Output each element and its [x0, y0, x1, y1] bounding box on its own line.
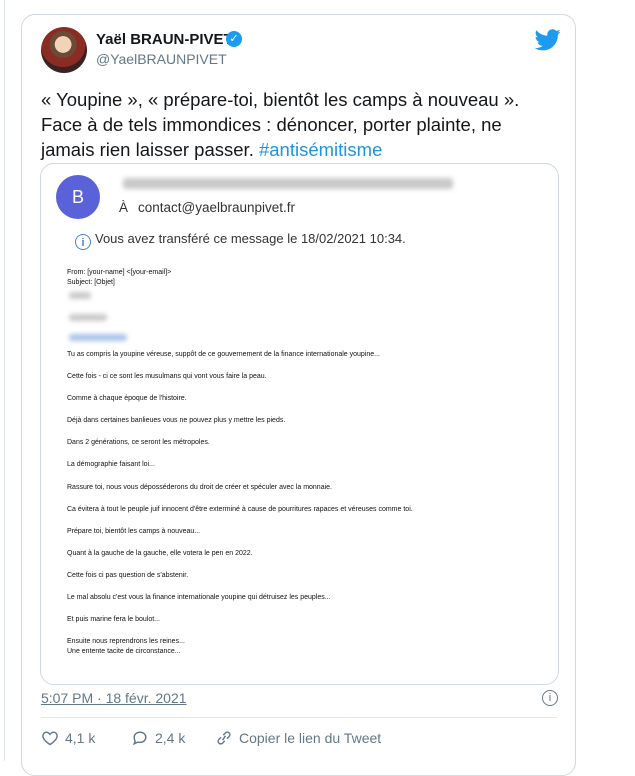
email-line: Quant à la gauche de la gauche, elle vot… [67, 549, 253, 557]
to-label: À [119, 200, 129, 215]
info-icon[interactable]: i [542, 690, 558, 706]
copy-link-button[interactable]: Copier le lien du Tweet [215, 730, 381, 746]
email-line: Cette fois - ci ce sont les musulmans qu… [67, 373, 267, 381]
email-line: Déjà dans certaines banlieues vous ne po… [67, 417, 286, 425]
email-line: Rassure toi, nous vous déposséderons du … [67, 483, 332, 491]
redacted-field [69, 334, 127, 341]
sender-avatar: B [56, 175, 100, 219]
email-line: Dans 2 générations, ce seront les métrop… [67, 439, 210, 447]
author-avatar[interactable] [41, 27, 87, 73]
info-icon: i [75, 234, 91, 250]
email-line: Tu as compris la youpine véreuse, suppôt… [67, 351, 380, 358]
forward-notice-text: Vous avez transféré ce message le 18/02/… [95, 231, 406, 246]
author-handle[interactable]: @YaelBRAUNPIVET [96, 51, 227, 67]
header-subject: Subject: [Objet] [67, 279, 115, 286]
email-line: Le mal absolu c'est vous la finance inte… [67, 594, 331, 602]
email-line: Une entente tacite de circonstance... [67, 648, 181, 656]
recipient-address: contact@yaelbraunpivet.fr [138, 200, 296, 215]
email-line: Comme à chaque époque de l'histoire. [67, 395, 187, 403]
tweet-timestamp-link[interactable]: 5:07 PM · 18 févr. 2021 [41, 690, 187, 706]
twitter-bird-icon[interactable] [535, 29, 561, 51]
email-line: Ensuite nous reprendrons les reines... [67, 638, 185, 646]
tweet-text: « Youpine », « prépare-toi, bientôt les … [41, 87, 541, 162]
email-line: Ca évitera à tout le peuple juif innocen… [67, 505, 413, 513]
timeline-border [4, 0, 5, 761]
email-body: Tu as compris la youpine véreuse, suppôt… [67, 350, 547, 669]
email-screenshot[interactable]: B Àcontact@yaelbraunpivet.fr i Vous avez … [40, 163, 559, 685]
copy-link-label: Copier le lien du Tweet [239, 730, 382, 746]
email-line: Et puis marine fera le boulot... [67, 616, 160, 624]
email-headers: From: [your-name] <[your-email]> Subject… [67, 268, 171, 288]
author-name[interactable]: Yaël BRAUN-PIVET [96, 31, 233, 48]
redacted-field [69, 314, 107, 321]
hashtag-link[interactable]: #antisémitisme [259, 139, 382, 160]
link-icon [217, 731, 231, 745]
verified-badge-icon: ✓ [226, 31, 242, 47]
email-line: Prépare toi, bientôt les camps à nouveau… [67, 527, 201, 535]
tweet-card[interactable]: Yaël BRAUN-PIVET ✓ @YaelBRAUNPIVET « You… [21, 14, 576, 776]
reply-button[interactable]: 2,4 k [131, 730, 185, 746]
forward-notice: i Vous avez transféré ce message le 18/02… [75, 231, 406, 250]
email-line: La démographie faisant loi... [67, 461, 155, 469]
heart-icon [42, 731, 58, 746]
divider [41, 717, 557, 718]
like-count: 4,1 k [65, 730, 96, 746]
recipient-line: Àcontact@yaelbraunpivet.fr [119, 200, 295, 215]
comment-count: 2,4 k [155, 730, 186, 746]
comment-icon [132, 731, 147, 746]
email-line: Cette fois ci pas question de s'abstenir… [67, 571, 189, 579]
like-button[interactable]: 4,1 k [41, 730, 95, 746]
header-from: From: [your-name] <[your-email]> [67, 269, 172, 276]
redacted-sender [123, 178, 453, 189]
redacted-field [69, 292, 91, 299]
